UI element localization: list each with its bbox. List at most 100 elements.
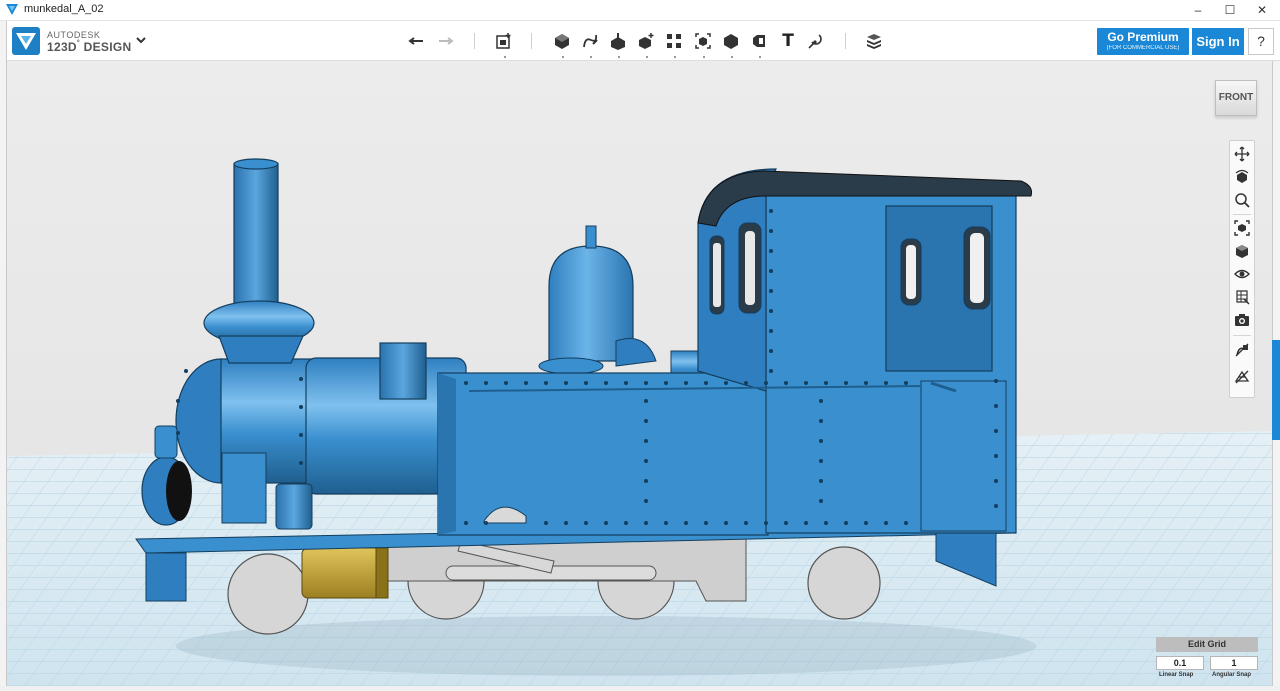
zoom-icon (1235, 193, 1250, 208)
chimney (233, 163, 279, 310)
screenshot-icon (1235, 314, 1249, 326)
visibility-icon (1234, 269, 1250, 279)
zoom-button[interactable] (1232, 190, 1252, 210)
modify-icon (639, 33, 654, 49)
redo-button[interactable] (434, 30, 456, 52)
linear-snap-input[interactable]: 0.1 (1156, 656, 1204, 670)
combine-button[interactable] (720, 30, 742, 58)
go-premium-sublabel: (FOR COMMERCIAL USE) (1106, 45, 1180, 51)
edit-grid-button[interactable]: Edit Grid (1156, 637, 1258, 652)
sketch-icon (583, 34, 598, 48)
snap-button[interactable] (805, 30, 827, 52)
linear-snap-label: Linear Snap (1159, 672, 1194, 678)
pattern-button[interactable] (663, 30, 685, 58)
default-view-icon (1236, 245, 1248, 258)
measure-button[interactable] (748, 30, 770, 58)
nav-separator (1233, 335, 1251, 336)
pan-icon (1234, 146, 1250, 162)
snap-icon (808, 34, 822, 49)
grid-panel: Edit Grid 0.1 1 Linear Snap Angular Snap (1154, 637, 1262, 685)
modify-button[interactable] (635, 30, 657, 58)
go-premium-label: Go Premium (1107, 30, 1179, 44)
dropdown-dot (504, 56, 506, 58)
safety-valve (538, 357, 604, 375)
toolbar-separator (474, 33, 475, 49)
sketch-button[interactable] (579, 30, 601, 58)
autodesk-logo-icon[interactable] (12, 27, 40, 55)
brand-product: 123D° DESIGN (47, 40, 131, 54)
model-shadow (176, 616, 1036, 676)
window-glass (970, 233, 984, 303)
combine-icon (724, 34, 738, 49)
material-button[interactable] (863, 30, 885, 52)
undo-button[interactable] (406, 30, 428, 52)
window-glass (713, 243, 721, 307)
dropdown-dot (759, 56, 761, 58)
lamp-bracket (154, 425, 178, 459)
maximize-button[interactable]: ☐ (1212, 0, 1248, 20)
minimize-button[interactable]: – (1180, 0, 1216, 20)
cylinder-cap (375, 547, 389, 599)
side-tank-edge (438, 373, 456, 535)
scene-canvas[interactable] (6, 61, 1272, 686)
fit-button[interactable] (1232, 218, 1252, 238)
navigation-bar (1229, 140, 1255, 398)
measure-icon (753, 35, 765, 47)
dropdown-dot (618, 56, 620, 58)
brand-product-mark: ° (76, 40, 80, 47)
material-icon (867, 34, 881, 49)
text-icon: T (782, 31, 794, 51)
transform-button[interactable] (493, 30, 515, 58)
brand-product-number: 123D (47, 40, 77, 54)
app-toolbar: AUTODESK 123D° DESIGN T Go Premium (FOR … (0, 21, 1280, 61)
hide-sketch-button[interactable] (1232, 340, 1252, 360)
visibility-button[interactable] (1232, 264, 1252, 284)
materials-outlines-icon (1236, 290, 1250, 305)
close-button[interactable]: ✕ (1244, 0, 1280, 20)
dropdown-dot (674, 56, 676, 58)
undo-icon (408, 37, 423, 45)
hide-mesh-button[interactable] (1232, 367, 1252, 387)
window-title: munkedal_A_02 (24, 3, 104, 15)
dropdown-dot (590, 56, 592, 58)
brand-product-name: DESIGN (83, 40, 132, 54)
side-tank (437, 372, 769, 536)
brand-autodesk: AUTODESK (47, 30, 101, 40)
screenshot-button[interactable] (1232, 310, 1252, 330)
chimney-flange (218, 335, 304, 364)
default-view-button[interactable] (1232, 241, 1252, 261)
window-glass (906, 245, 916, 299)
smokebox-step (221, 452, 267, 524)
right-panel-handle[interactable] (1272, 340, 1280, 440)
chimney-top (233, 158, 279, 170)
angular-snap-input[interactable]: 1 (1210, 656, 1258, 670)
dropdown-dot (646, 56, 648, 58)
construct-button[interactable] (607, 30, 629, 58)
go-premium-button[interactable]: Go Premium (FOR COMMERCIAL USE) (1097, 28, 1189, 55)
help-button[interactable]: ? (1248, 28, 1274, 55)
text-button[interactable]: T (777, 30, 799, 52)
orbit-button[interactable] (1232, 167, 1252, 187)
headlamp-lens (166, 461, 192, 521)
brass-cylinder (301, 547, 383, 599)
wheel (807, 546, 881, 620)
window-glass (745, 231, 755, 305)
hide-sketch-icon (1235, 343, 1249, 357)
pan-button[interactable] (1232, 144, 1252, 164)
orbit-icon (1235, 169, 1249, 183)
app-logo-icon (6, 4, 18, 15)
cab-lower-panel (920, 380, 1007, 532)
view-cube[interactable]: FRONT (1215, 80, 1257, 116)
view-cube-label: FRONT (1218, 92, 1254, 103)
sign-in-button[interactable]: Sign In (1192, 28, 1244, 55)
hide-mesh-icon (1234, 370, 1250, 384)
3d-viewport[interactable]: FRONT Edit Grid 0.1 1 Linear Snap Angula… (6, 61, 1272, 686)
primitives-button[interactable] (551, 30, 573, 58)
materials-outlines-button[interactable] (1232, 287, 1252, 307)
chevron-down-icon[interactable] (134, 33, 148, 47)
grouping-button[interactable] (692, 30, 714, 58)
nav-separator (1233, 214, 1251, 215)
wheel (227, 553, 309, 635)
pattern-icon (667, 34, 681, 48)
primitives-icon (555, 34, 569, 49)
